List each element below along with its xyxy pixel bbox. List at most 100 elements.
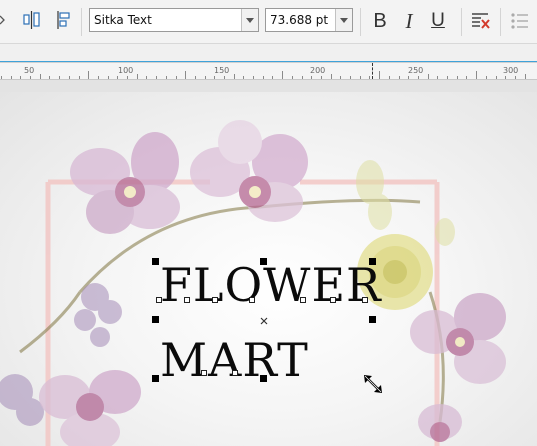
ruler-tick [156,76,157,79]
ruler-tick [340,76,341,79]
italic-label: I [405,8,413,33]
ruler-tick [282,71,283,79]
selection-handle-bottom-middle[interactable] [260,375,267,382]
bullet-list-icon[interactable] [508,9,532,33]
toolbar-separator [461,8,462,36]
chevron-down-icon [246,17,254,23]
font-size-dropdown-button[interactable] [335,9,352,31]
ruler-tick [195,76,196,79]
underline-button[interactable]: U [427,9,449,33]
toolbar-separator [360,8,361,36]
character-node[interactable] [300,297,306,303]
character-node[interactable] [362,297,368,303]
ruler-tick [399,76,400,79]
bold-label: B [373,9,387,32]
ruler-tick [185,71,186,79]
character-node[interactable] [156,297,162,303]
ruler-label: 300 [503,66,519,75]
text-line-mart[interactable]: MART [160,337,309,383]
resize-cursor-icon [364,375,382,393]
ruler-tick [321,76,322,79]
ruler-tick [302,76,303,79]
character-node[interactable] [201,370,207,376]
toolbar-separator [500,8,501,36]
ruler-tick [369,76,370,79]
ruler-tick [457,76,458,79]
ruler-tick [69,76,70,79]
ruler-tick [146,76,147,79]
text-line-flower[interactable]: FLOWER [160,262,382,308]
character-node[interactable] [330,297,336,303]
ruler-tick [331,74,332,79]
font-size-box[interactable]: 73.688 pt [265,8,353,32]
selection-handle-top-right[interactable] [369,258,376,265]
ruler-label: 200 [310,66,326,75]
ruler-tick [30,76,31,79]
ruler-tick [205,76,206,79]
ruler-tick [505,76,506,79]
font-list-box[interactable]: Sitka Text [89,8,259,32]
character-node[interactable] [212,297,218,303]
font-name-value[interactable]: Sitka Text [90,9,241,31]
align-distribute-icon[interactable] [21,8,43,32]
ruler-tick [428,74,429,79]
ruler-tick [292,76,293,79]
ruler-tick [311,76,312,79]
clear-formatting-icon[interactable] [468,9,492,33]
ruler-tick [253,76,254,79]
ruler-tick [234,74,235,79]
selection-handle-bottom-left[interactable] [152,375,159,382]
ruler-tick [108,76,109,79]
ruler-tick [272,76,273,79]
ruler-tick [98,76,99,79]
document-page[interactable]: FLOWER MART [0,92,537,446]
selection-handle-top-middle[interactable] [260,258,267,265]
ruler-tick [40,74,41,79]
ruler-label: 50 [24,66,35,75]
horizontal-ruler[interactable]: 50 100 150 200 250 300 [0,62,537,80]
ruler-tick [486,76,487,79]
ruler-tick [437,76,438,79]
ruler-tick [59,76,60,79]
ruler-tick [360,76,361,79]
selection-handle-middle-left[interactable] [152,316,159,323]
ruler-label: 250 [408,66,424,75]
ruler-tick [20,76,21,79]
ruler-tick [408,76,409,79]
ruler-tick [166,76,167,79]
drawing-canvas[interactable]: FLOWER MART [0,80,537,446]
ruler-tick [11,76,12,79]
selection-handle-top-left[interactable] [152,258,159,265]
toolbar-separator [81,8,82,36]
character-node[interactable] [232,370,238,376]
bold-button[interactable]: B [369,9,391,33]
font-size-value[interactable]: 73.688 pt [266,9,335,31]
ruler-label: 100 [118,66,134,75]
ruler-tick [224,76,225,79]
italic-button[interactable]: I [398,9,420,33]
ruler-tick [117,76,118,79]
ruler-tick [88,71,89,79]
ruler-tick [176,76,177,79]
ruler-tick [243,76,244,79]
ruler-tick [525,74,526,79]
ruler-tick [418,76,419,79]
underline-label: U [431,10,445,31]
previous-tool-icon[interactable] [0,10,6,30]
ruler-tick [466,76,467,79]
character-node[interactable] [249,297,255,303]
ruler-tick [350,76,351,79]
property-bar: Sitka Text 73.688 pt B I U [0,0,537,44]
selection-handle-middle-right[interactable] [369,316,376,323]
cursor-position-marker [372,63,373,79]
ruler-tick [447,76,448,79]
ruler-tick [496,76,497,79]
text-frame-icon[interactable] [52,8,74,32]
character-node[interactable] [184,297,190,303]
ruler-tick [79,76,80,79]
font-list-dropdown-button[interactable] [241,9,258,31]
chevron-down-icon [340,17,348,23]
ruler-tick [389,76,390,79]
ruler-tick [127,76,128,79]
center-marker-icon[interactable] [260,317,268,325]
